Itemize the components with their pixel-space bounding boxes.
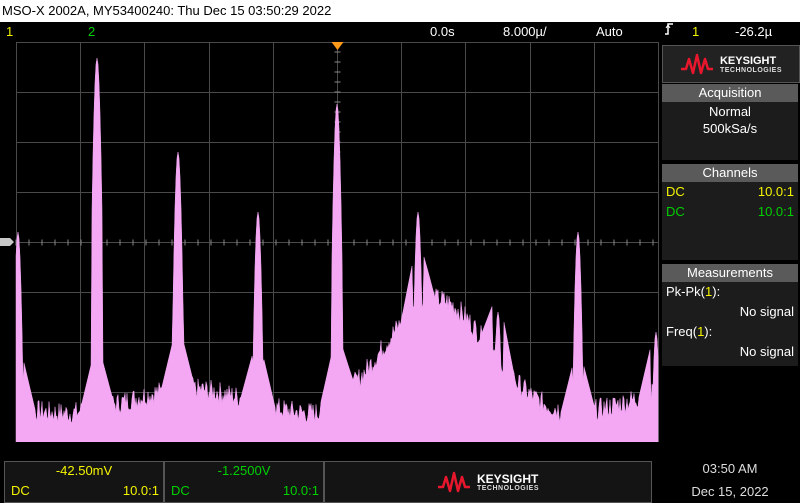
waveform-svg	[0, 42, 659, 442]
freq-label: Freq(1):	[666, 324, 713, 339]
acquisition-panel: Normal 500kSa/s	[662, 102, 798, 160]
brand-name-bottom: KEYSIGHT	[476, 471, 539, 486]
channel-2-softkey[interactable]: -1.2500V DC 10.0:1	[164, 461, 324, 503]
pkpk-label: Pk-Pk(1):	[666, 284, 721, 299]
clock-date: Dec 15, 2022	[691, 484, 769, 499]
channel-2-probe: 10.0:1	[757, 204, 794, 219]
ground-marker	[0, 238, 14, 246]
channel-2-coupling: DC	[666, 204, 685, 219]
status-bar: 1 2 0.0s 8.000µ/ Auto 1 -26.2µ	[0, 22, 800, 42]
channel-1-softkey[interactable]: -42.50mV DC 10.0:1	[4, 461, 164, 503]
clock-time: 03:50 AM	[702, 461, 758, 476]
keysight-wave-icon	[437, 471, 470, 493]
brand-name: KEYSIGHT	[719, 54, 777, 67]
trigger-source[interactable]: 1	[692, 22, 699, 42]
channels-header[interactable]: Channels	[662, 164, 798, 182]
trigger-mode[interactable]: Auto	[596, 22, 623, 42]
trigger-edge-icon	[664, 22, 674, 42]
channels-panel: DC 10.0:1 DC 10.0:1	[662, 182, 798, 260]
channel-1-coupling: DC	[666, 184, 685, 199]
channel-2-indicator[interactable]: 2	[88, 22, 95, 42]
channel-1-coupling-bottom: DC	[11, 483, 30, 498]
waveform-trace	[15, 57, 659, 442]
channel-2-probe-bottom: 10.0:1	[282, 483, 319, 498]
title-bar: MSO-X 2002A, MY53400240: Thu Dec 15 03:5…	[0, 0, 800, 22]
acquisition-mode: Normal	[709, 104, 751, 119]
channel-1-indicator[interactable]: 1	[6, 22, 13, 42]
delay-readout[interactable]: 0.0s	[430, 22, 455, 42]
trigger-position-marker	[331, 42, 344, 50]
channel-2-coupling-bottom: DC	[171, 483, 190, 498]
title-text: MSO-X 2002A, MY53400240: Thu Dec 15 03:5…	[2, 3, 332, 18]
brand-sub-bottom: TECHNOLOGIES	[476, 484, 539, 492]
trigger-level[interactable]: -26.2µ	[735, 22, 772, 42]
measurements-panel: Pk-Pk(1): No signal Freq(1): No signal	[662, 282, 798, 366]
freq-value: No signal	[739, 344, 794, 359]
waveform-display[interactable]	[0, 42, 660, 442]
acquisition-rate: 500kSa/s	[702, 121, 758, 136]
acquisition-header[interactable]: Acquisition	[662, 84, 798, 102]
timebase-readout[interactable]: 8.000µ/	[503, 22, 547, 42]
brand-sub: TECHNOLOGIES	[719, 66, 782, 74]
pkpk-value: No signal	[739, 304, 794, 319]
channel-1-probe: 10.0:1	[757, 184, 794, 199]
channel-1-probe-bottom: 10.0:1	[122, 483, 159, 498]
keysight-wave-icon	[680, 53, 713, 75]
brand-logo: KEYSIGHT TECHNOLOGIES	[662, 45, 800, 83]
brand-softkey: KEYSIGHT TECHNOLOGIES	[324, 461, 652, 503]
measurements-header[interactable]: Measurements	[662, 264, 798, 282]
channel-2-offset: -1.2500V	[217, 463, 271, 478]
channel-1-offset: -42.50mV	[55, 463, 113, 478]
